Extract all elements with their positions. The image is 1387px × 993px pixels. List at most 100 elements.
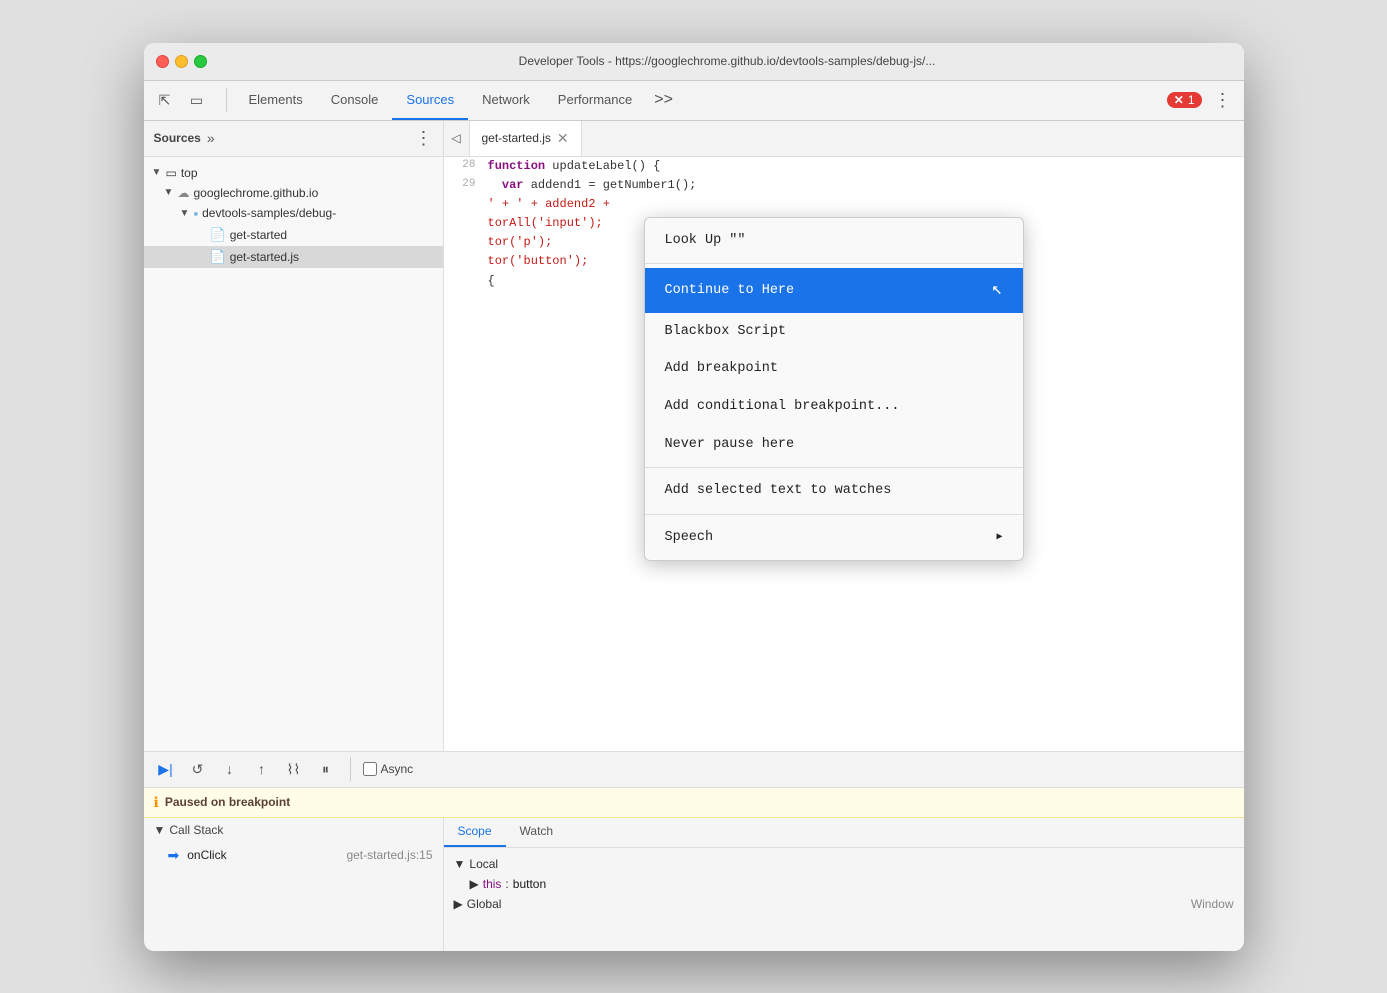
error-icon: ✕ — [1174, 93, 1184, 107]
close-tab-button[interactable]: ✕ — [557, 130, 569, 147]
error-badge[interactable]: ✕ 1 — [1167, 92, 1202, 108]
code-right-1: ' + ' + addend2 + — [488, 195, 610, 214]
paused-text: Paused on breakpoint — [165, 795, 290, 809]
step-over-button[interactable]: ↺ — [186, 757, 210, 781]
js-file-icon: 📄 — [210, 249, 226, 265]
tree-item-devtools-samples[interactable]: ▼ ▪ devtools-samples/debug- — [144, 203, 443, 224]
ctx-item-never-pause-here[interactable]: Never pause here — [645, 426, 1023, 464]
code-line-28: 28 function updateLabel() { — [444, 157, 1244, 176]
async-checkbox[interactable] — [363, 762, 377, 776]
devtools-body: Sources » ⋮ ▼ ▭ top ▼ ☁ googlechrome.git… — [144, 121, 1244, 751]
call-item-arrow: ➡ — [168, 847, 180, 864]
tree-item-get-started[interactable]: ▶ 📄 get-started — [144, 224, 443, 246]
panel-kebab-button[interactable]: ⋮ — [415, 128, 433, 149]
panel-header-label: Sources — [154, 131, 201, 145]
call-stack-arrow: ▼ — [154, 823, 166, 837]
toolbar-divider — [226, 88, 227, 112]
code-line-29: 29 var addend1 = getNumber1(); — [444, 176, 1244, 195]
call-stack-item-onclick[interactable]: ➡ onClick get-started.js:15 — [144, 842, 443, 869]
editor-tabs: ◁ get-started.js ✕ — [444, 121, 1244, 157]
tree-item-googlechrome[interactable]: ▼ ☁ googlechrome.github.io — [144, 183, 443, 203]
tab-sources[interactable]: Sources — [392, 81, 468, 120]
devtools-window: Developer Tools - https://googlechrome.g… — [144, 43, 1244, 951]
editor-tab-get-started-js[interactable]: get-started.js ✕ — [470, 121, 582, 156]
tree-arrow-googlechrome: ▼ — [164, 187, 174, 198]
ctx-separator-1 — [645, 263, 1023, 264]
line-number-28: 28 — [444, 157, 484, 175]
tab-scope[interactable]: Scope — [444, 818, 506, 847]
traffic-lights — [156, 55, 207, 68]
ctx-item-add-breakpoint[interactable]: Add breakpoint — [645, 350, 1023, 388]
call-stack-header[interactable]: ▼ Call Stack — [144, 818, 443, 842]
panel-header: Sources » ⋮ — [144, 121, 443, 157]
step-out-button[interactable]: ↑ — [250, 757, 274, 781]
scope-item-arrow: ▶ — [470, 877, 479, 891]
editor-tab-nav[interactable]: ◁ — [444, 121, 470, 156]
file-tree: ▼ ▭ top ▼ ☁ googlechrome.github.io ▼ ▪ d… — [144, 157, 443, 751]
cursor-arrow: ↖ — [992, 276, 1003, 305]
tab-performance[interactable]: Performance — [544, 81, 646, 120]
tree-item-get-started-js[interactable]: ▶ 📄 get-started.js — [144, 246, 443, 268]
tree-item-top[interactable]: ▼ ▭ top — [144, 163, 443, 183]
toolbar-icons: ⇱ ▭ — [152, 87, 210, 113]
panel-more-button[interactable]: » — [207, 130, 215, 146]
tab-bar: Elements Console Sources Network Perform… — [235, 81, 681, 120]
more-options-button[interactable]: ⋮ — [1210, 90, 1236, 111]
folder-icon-devtools: ▪ — [194, 206, 199, 221]
minimize-button[interactable] — [175, 55, 188, 68]
scope-item-this[interactable]: ▶ this : button — [454, 874, 1234, 894]
tree-arrow-devtools: ▼ — [180, 208, 190, 219]
code-line-partial-1: ' + ' + addend2 + — [444, 195, 1244, 214]
speech-submenu-arrow: ▶ — [996, 530, 1002, 546]
window-title: Developer Tools - https://googlechrome.g… — [223, 54, 1232, 68]
code-right-3: tor('p'); — [488, 233, 553, 252]
ctx-item-continue-here[interactable]: Continue to Here ↖ — [645, 268, 1023, 313]
ctx-item-blackbox-script[interactable]: Blackbox Script — [645, 313, 1023, 351]
paused-banner: ℹ Paused on breakpoint — [144, 788, 1244, 818]
ctx-item-look-up[interactable]: Look Up "" — [645, 222, 1023, 260]
tab-console[interactable]: Console — [317, 81, 393, 120]
toolbar-right: ✕ 1 ⋮ — [1167, 90, 1236, 111]
line-number-29: 29 — [444, 176, 484, 194]
code-area[interactable]: 28 function updateLabel() { 29 var adden… — [444, 157, 1244, 751]
more-tabs-button[interactable]: >> — [646, 81, 681, 120]
maximize-button[interactable] — [194, 55, 207, 68]
scope-global-arrow: ▶ — [454, 897, 463, 911]
context-menu: Look Up "" Continue to Here ↖ Blackbox S… — [644, 217, 1024, 562]
resume-button[interactable]: ▶| — [154, 757, 178, 781]
scope-this-key: this — [483, 877, 502, 891]
tab-watch[interactable]: Watch — [506, 818, 568, 847]
tree-arrow-top: ▼ — [152, 167, 162, 178]
async-label: Async — [363, 762, 414, 776]
ctx-separator-3 — [645, 514, 1023, 515]
tab-elements[interactable]: Elements — [235, 81, 317, 120]
close-button[interactable] — [156, 55, 169, 68]
left-panel: Sources » ⋮ ▼ ▭ top ▼ ☁ googlechrome.git… — [144, 121, 444, 751]
pause-exceptions-button[interactable]: ⏸ — [314, 757, 338, 781]
call-stack-panel: ▼ Call Stack ➡ onClick get-started.js:15 — [144, 818, 444, 951]
bottom-area: ▶| ↺ ↓ ↑ ⌇⌇ ⏸ Async ℹ Paused on breakpoi… — [144, 751, 1244, 951]
scope-local-label: Local — [469, 857, 498, 871]
ctx-item-add-selected-text[interactable]: Add selected text to watches — [645, 472, 1023, 510]
scope-global-right: Window — [1191, 897, 1234, 911]
file-icon-get-started: 📄 — [210, 227, 226, 243]
device-toolbar-button[interactable]: ▭ — [184, 87, 210, 113]
tab-network[interactable]: Network — [468, 81, 544, 120]
domain-icon: ☁ — [178, 186, 190, 200]
select-element-button[interactable]: ⇱ — [152, 87, 178, 113]
call-stack-label: Call Stack — [169, 823, 223, 837]
scope-section-global[interactable]: ▶ Global Window — [454, 894, 1234, 914]
line-content-29: var addend1 = getNumber1(); — [484, 176, 1244, 195]
scope-section-local[interactable]: ▼ Local — [454, 854, 1234, 874]
scope-local-arrow: ▼ — [454, 857, 466, 871]
bottom-panels: ▼ Call Stack ➡ onClick get-started.js:15… — [144, 818, 1244, 951]
ctx-item-add-conditional-breakpoint[interactable]: Add conditional breakpoint... — [645, 388, 1023, 426]
deactivate-button[interactable]: ⌇⌇ — [282, 757, 306, 781]
right-panel: ◁ get-started.js ✕ 28 function updateLab… — [444, 121, 1244, 751]
code-right-4: tor('button'); — [488, 252, 589, 271]
editor-tab-label: get-started.js — [482, 131, 551, 145]
ctx-item-speech[interactable]: Speech ▶ — [645, 519, 1023, 557]
info-icon: ℹ — [154, 794, 159, 811]
step-into-button[interactable]: ↓ — [218, 757, 242, 781]
call-item-location: get-started.js:15 — [346, 848, 432, 862]
